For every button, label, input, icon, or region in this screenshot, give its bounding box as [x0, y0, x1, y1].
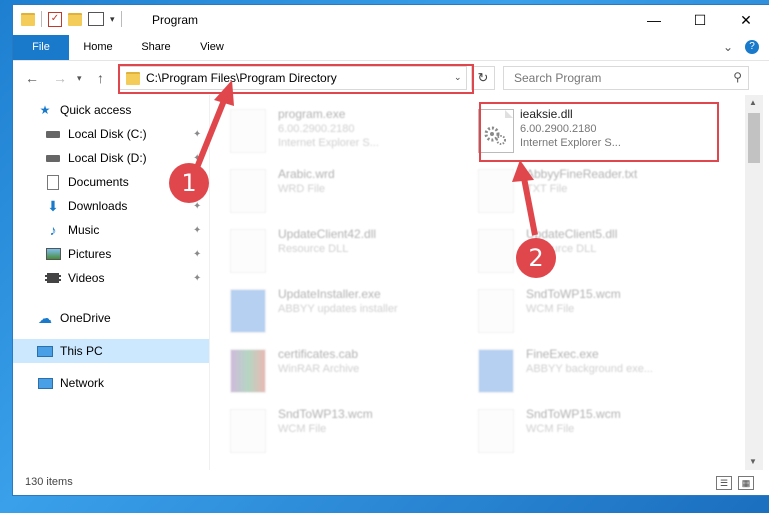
arrow-1-shaft — [193, 96, 228, 172]
arrow-2-shaft — [521, 177, 538, 236]
arrow-2-head — [512, 160, 534, 182]
step-1-badge: 1 — [169, 163, 209, 203]
arrow-1-head — [214, 80, 234, 106]
annotation-arrows — [193, 80, 538, 236]
step-2-badge: 2 — [516, 238, 556, 278]
